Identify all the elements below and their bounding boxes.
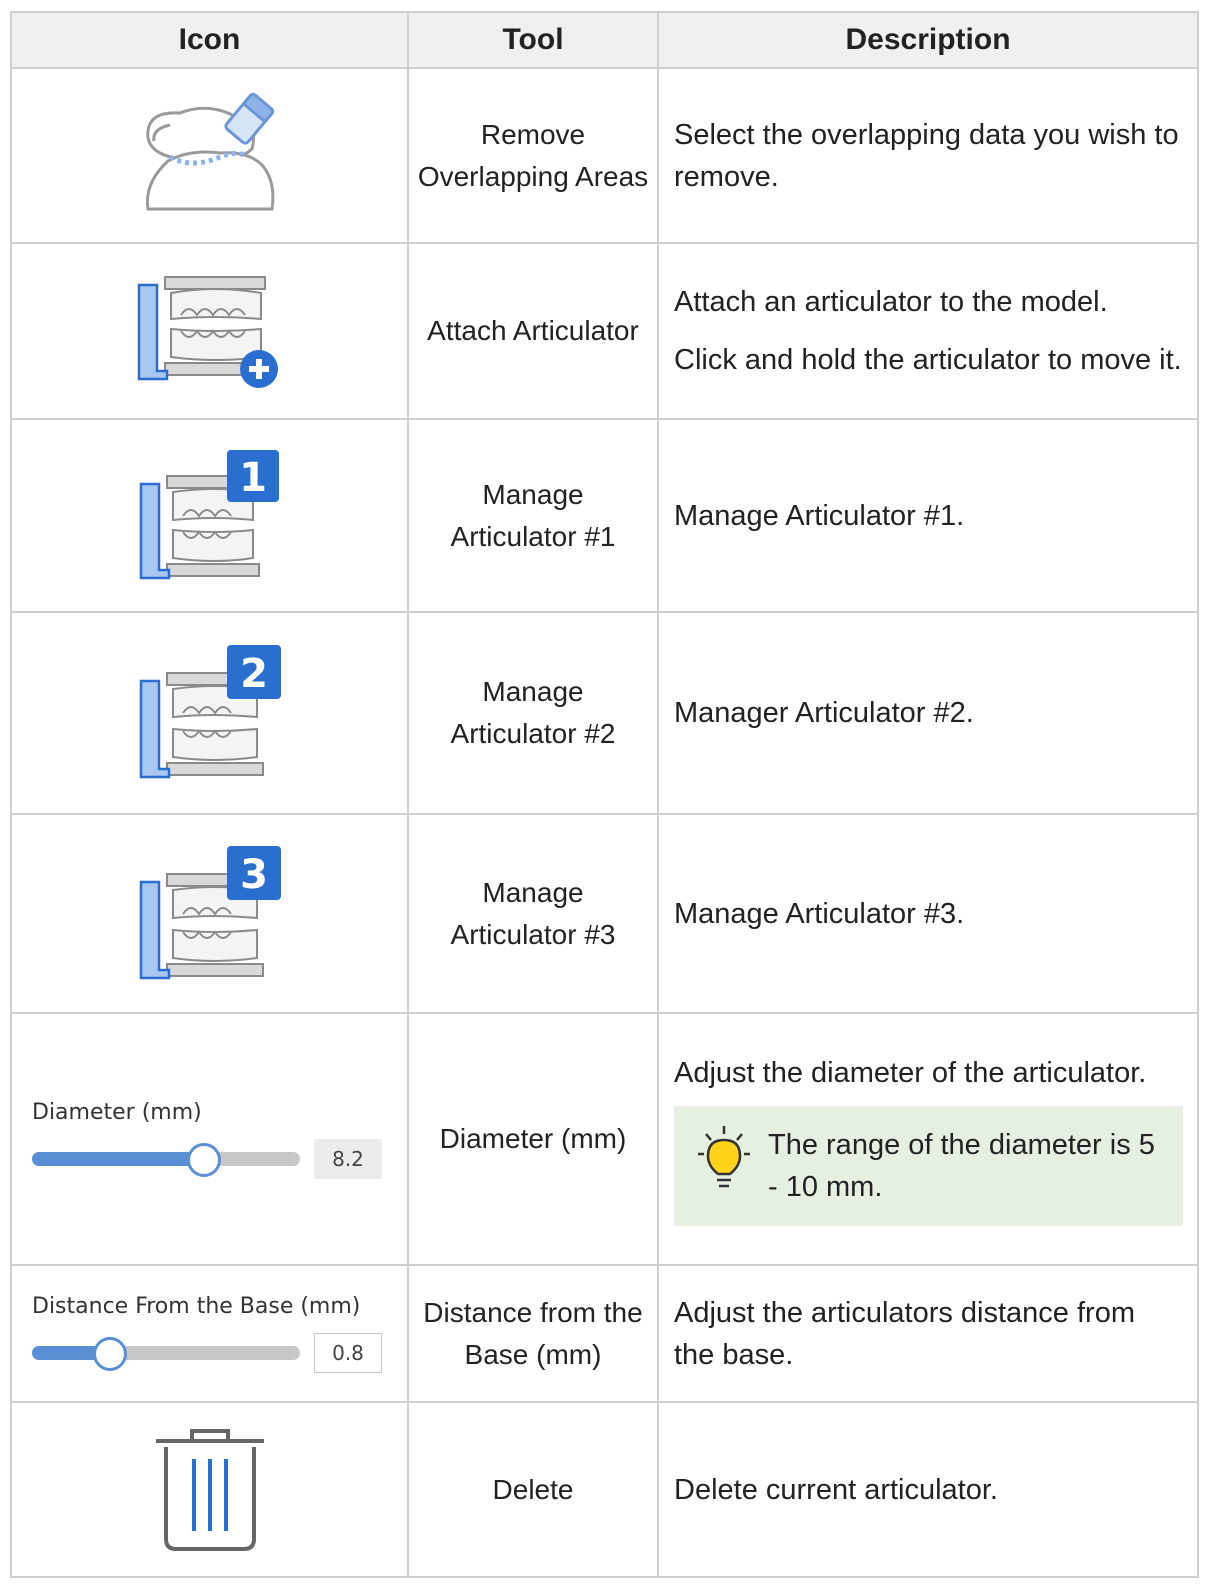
description-text: Click and hold the articulator to move i…: [674, 344, 1182, 376]
description-text: Manager Articulator #2.: [674, 697, 974, 729]
description-text: Manage Articulator #3.: [674, 897, 965, 930]
tool-name: Manage Articulator #1: [407, 418, 659, 613]
manage-articulator-3-icon: 3: [139, 845, 281, 979]
tool-name: Delete: [407, 1401, 659, 1578]
icon-cell: [10, 242, 409, 420]
description: Attach an articulator to the model. Clic…: [657, 242, 1199, 420]
lightbulb-icon: [698, 1126, 750, 1188]
slider-knob[interactable]: [186, 1142, 221, 1177]
table-row: Delete Delete current articulator.: [10, 1401, 1199, 1578]
icon-cell: 1: [10, 418, 409, 613]
table-row: 2 Manage Articulator #2 Manager Articula…: [10, 611, 1199, 815]
description: Select the overlapping data you wish to …: [657, 67, 1199, 244]
distance-value-field[interactable]: 0.8: [314, 1333, 382, 1373]
tool-name: Attach Articulator: [407, 242, 659, 420]
tip-box: The range of the diameter is 5 - 10 mm.: [674, 1106, 1183, 1226]
tool-name: Manage Articulator #3: [407, 813, 659, 1014]
tools-table: Icon Tool Description Remove Overlapping…: [10, 11, 1199, 1578]
tool-name: Remove Overlapping Areas: [407, 67, 659, 244]
description: Manage Articulator #3.: [657, 813, 1199, 1014]
manage-articulator-2-icon: 2: [139, 645, 281, 779]
header-tool: Tool: [407, 11, 659, 69]
table-row: 1 Manage Articulator #1 Manage Articulat…: [10, 418, 1199, 613]
diameter-slider[interactable]: [32, 1142, 300, 1177]
description: Manager Articulator #2.: [657, 611, 1199, 815]
table-header-row: Icon Tool Description: [10, 11, 1199, 69]
description: Adjust the diameter of the articulator. …: [657, 1012, 1199, 1266]
badge-number: 1: [239, 455, 267, 501]
badge-number: 3: [240, 852, 268, 898]
table-row: Diameter (mm) 8.2 Diameter (mm) Adjust t…: [10, 1012, 1199, 1266]
header-icon: Icon: [10, 11, 409, 69]
table-row: Remove Overlapping Areas Select the over…: [10, 67, 1199, 244]
table-row: Attach Articulator Attach an articulator…: [10, 242, 1199, 420]
tip-text: The range of the diameter is 5 - 10 mm.: [768, 1129, 1155, 1203]
description: Adjust the articulators distance from th…: [657, 1264, 1199, 1403]
icon-cell: 3: [10, 813, 409, 1014]
icon-cell: 2: [10, 611, 409, 815]
slider-fill: [32, 1151, 204, 1166]
table-row: Distance From the Base (mm) 0.8 Distance…: [10, 1264, 1199, 1403]
icon-cell: Distance From the Base (mm) 0.8: [10, 1264, 409, 1403]
description-text: Select the overlapping data you wish to …: [674, 118, 1179, 193]
slider-label: Distance From the Base (mm): [32, 1294, 361, 1319]
icon-cell: Diameter (mm) 8.2: [10, 1012, 409, 1266]
description-text: Adjust the articulators distance from th…: [674, 1296, 1135, 1371]
description-text: Adjust the diameter of the articulator.: [674, 1057, 1147, 1089]
description: Delete current articulator.: [657, 1401, 1199, 1578]
description-text: Delete current articulator.: [674, 1473, 998, 1506]
slider-knob[interactable]: [92, 1337, 127, 1371]
tool-name: Manage Articulator #2: [407, 611, 659, 815]
tool-name: Diameter (mm): [407, 1012, 659, 1266]
description-text: Attach an articulator to the model.: [674, 286, 1108, 318]
distance-slider[interactable]: [32, 1337, 300, 1371]
manage-articulator-1-icon: 1: [139, 449, 279, 579]
badge-number: 2: [240, 651, 268, 697]
description: Manage Articulator #1.: [657, 418, 1199, 613]
diameter-slider-widget: Diameter (mm) 8.2: [12, 1100, 407, 1179]
icon-cell: [10, 1401, 409, 1578]
remove-overlap-icon: [145, 92, 274, 210]
table-row: 3 Manage Articulator #3 Manage Articulat…: [10, 813, 1199, 1014]
trash-icon: [155, 1428, 264, 1551]
attach-articulator-icon: [137, 276, 278, 388]
description-text: Manage Articulator #1.: [674, 499, 965, 532]
slider-label: Diameter (mm): [32, 1099, 202, 1125]
header-description: Description: [657, 11, 1199, 69]
distance-slider-widget: Distance From the Base (mm) 0.8: [12, 1294, 407, 1373]
icon-cell: [10, 67, 409, 244]
diameter-value-field[interactable]: 8.2: [314, 1138, 382, 1179]
tool-name: Distance from the Base (mm): [407, 1264, 659, 1403]
